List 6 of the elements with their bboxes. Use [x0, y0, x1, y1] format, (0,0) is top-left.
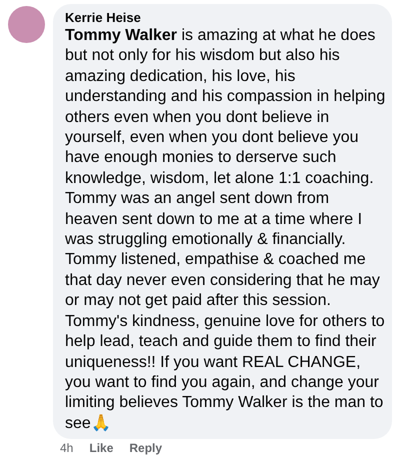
author-name[interactable]: Kerrie Heise: [65, 9, 386, 26]
avatar[interactable]: [8, 6, 45, 43]
comment-text: Tommy Walker is amazing at what he does but not only for his wisdom but also his amazing dedication, his love, his understanding and his compassion in helping others even when you dont believe in yourself, even when you dont believe you have enough monies to derserve such knowledge, wisdom, let alone 1:1 coaching. Tommy was an angel sent down from heaven sent down to me at a time where I was struggling emotionally & financially. Tommy listened, empathise & coached me that day never even considering that he may or may not get paid after this session. Tommy's kindness, genuine love for others to help lead, teach and guide them to find their uniqueness!! If you want REAL CHANGE, you want to find you again, and change your limiting believes Tommy Walker is the man to see🙏: [65, 27, 386, 432]
action-link[interactable]: Like: [89, 441, 114, 456]
action-link[interactable]: Reply: [129, 441, 162, 456]
timestamp: 4h: [60, 441, 74, 456]
